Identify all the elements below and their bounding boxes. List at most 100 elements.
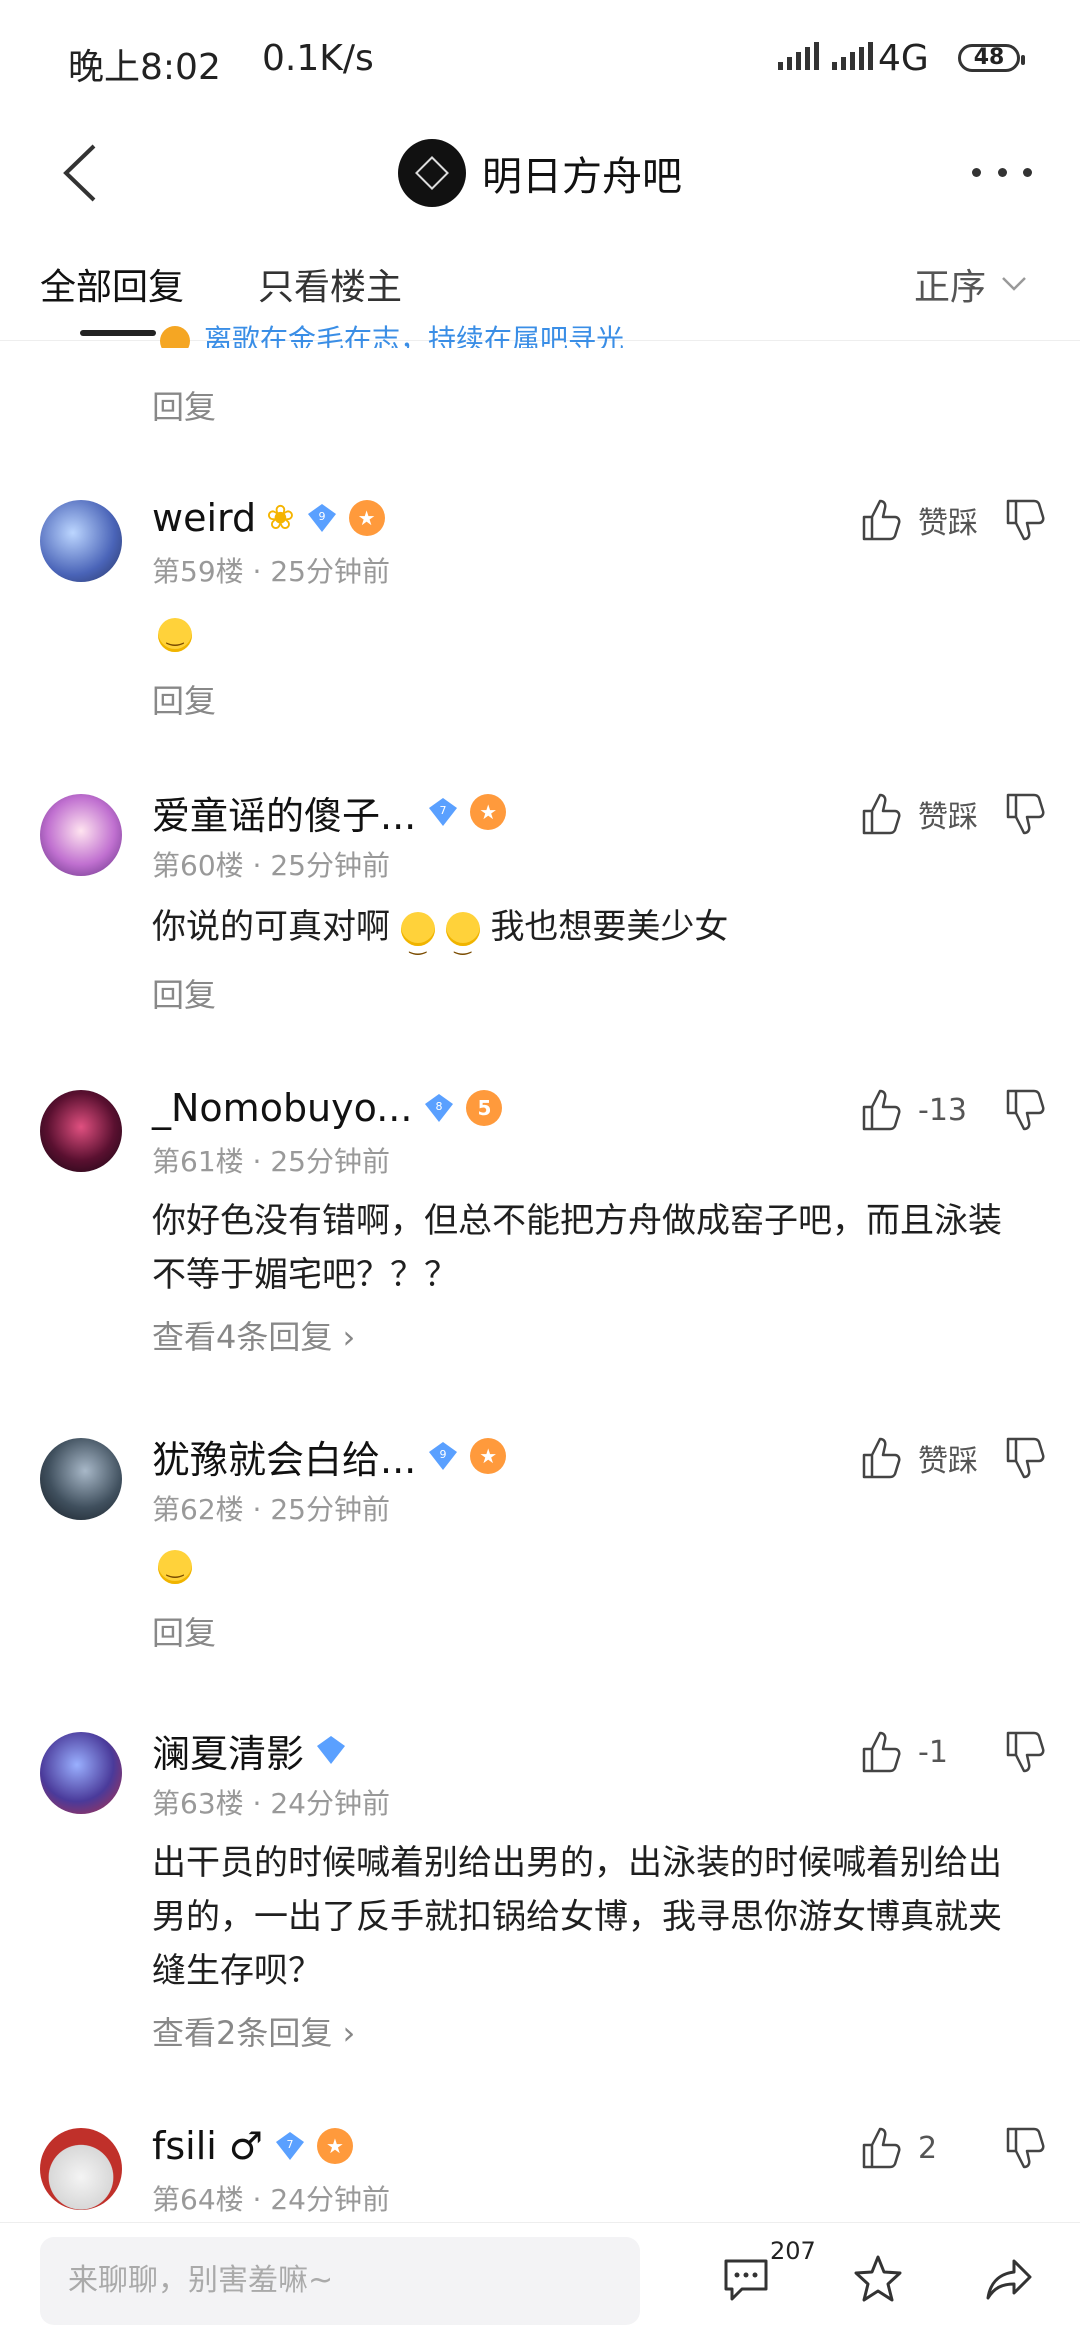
level-badge-icon: ★ <box>317 2128 353 2164</box>
reply-button[interactable]: 回复 <box>152 970 216 1016</box>
avatar[interactable] <box>40 1732 122 1814</box>
partial-subreply: 离歌在金毛在志，持续在属吧寻光 <box>160 318 624 348</box>
member-diamond-icon <box>314 1733 348 1767</box>
comment-text: 你好色没有错啊，但总不能把方舟做成窑子吧，而且泳装不等于媚宅吧？？？ <box>152 1201 1002 1295</box>
comment-text: 你说的可真对啊 我也想要美少女 <box>152 900 1032 970</box>
sort-label: 正序 <box>914 267 987 308</box>
user-row: 犹豫就会白给... 9 ★ <box>152 1428 507 1484</box>
svg-text:9: 9 <box>318 510 325 523</box>
avatar[interactable] <box>40 1438 122 1520</box>
comment-icon[interactable] <box>718 2251 774 2307</box>
comment-meta: 第62楼 · 25分钟前 <box>152 1493 390 1526</box>
member-diamond-icon: 9 <box>305 501 339 535</box>
comment-count: 207 <box>770 2237 816 2265</box>
chevron-down-icon <box>1002 277 1026 291</box>
vote-label: 赞踩 <box>918 506 978 541</box>
sort-dropdown[interactable]: 正序 <box>914 258 1028 310</box>
comment-text: 出干员的时候喊着别给出男的，出泳装的时候喊着别给出男的，一出了反手就扣锅给女博，… <box>152 1843 1002 1991</box>
vote-score: -1 <box>918 1734 948 1770</box>
status-speed: 0.1K/s <box>262 38 374 79</box>
reply-button[interactable]: 回复 <box>152 676 216 722</box>
top-nav: 明日方舟吧 <box>0 118 1080 228</box>
vote-controls: 赞踩 <box>858 1428 1048 1488</box>
vote-controls: 2 <box>858 2118 1048 2178</box>
avatar[interactable] <box>40 2128 122 2210</box>
member-diamond-icon: 7 <box>273 2129 307 2163</box>
svg-text:8: 8 <box>436 1100 443 1113</box>
svg-text:7: 7 <box>287 2138 294 2151</box>
reply-button[interactable]: 回复 <box>152 382 216 428</box>
battery-icon: 48 <box>958 44 1025 72</box>
more-icon[interactable] <box>972 154 1032 190</box>
status-bar: 晚上8:02 0.1K/s 4G 48 <box>0 0 1080 118</box>
share-icon[interactable] <box>982 2251 1038 2307</box>
avatar[interactable] <box>40 500 122 582</box>
username[interactable]: _Nomobuyo... <box>152 1086 412 1130</box>
star-icon[interactable] <box>850 2251 906 2307</box>
avatar[interactable] <box>40 794 122 876</box>
level-badge-icon: 5 <box>466 1090 503 1126</box>
thumbs-down-icon[interactable] <box>1002 1087 1048 1133</box>
thumbs-up-icon[interactable] <box>858 1435 904 1481</box>
vote-label: 赞踩 <box>918 800 978 835</box>
username[interactable]: 犹豫就会白给... <box>152 1429 416 1484</box>
comment-meta: 第59楼 · 25分钟前 <box>152 555 390 588</box>
reply-button[interactable]: 回复 <box>152 1608 216 1654</box>
vote-score: 2 <box>918 2130 938 2166</box>
tab-owner-only[interactable]: 只看楼主 <box>258 258 402 310</box>
level-badge-icon: ★ <box>470 794 507 830</box>
member-diamond-icon: 9 <box>426 1439 460 1473</box>
smile-emoji-icon <box>158 1550 192 1584</box>
thumbs-down-icon[interactable] <box>1002 497 1048 543</box>
comment-meta: 第63楼 · 24分钟前 <box>152 1787 390 1820</box>
level-badge-icon: ★ <box>348 500 385 536</box>
vote-controls: -1 <box>858 1722 1048 1782</box>
forum-header[interactable]: 明日方舟吧 <box>398 138 682 208</box>
username[interactable]: 澜夏清影 <box>152 1723 304 1778</box>
smile-emoji-icon <box>445 911 480 970</box>
user-row: 爱童谣的傻子... 7 ★ <box>152 784 507 840</box>
thumbs-down-icon[interactable] <box>1002 791 1048 837</box>
forum-logo-icon <box>398 139 466 207</box>
vote-score: -13 <box>918 1092 967 1128</box>
level-badge-icon: ★ <box>470 1438 507 1474</box>
vote-controls: -13 <box>858 1080 1048 1140</box>
forum-title: 明日方舟吧 <box>482 154 682 200</box>
comment-input[interactable]: 来聊聊，别害羞嘛~ <box>40 2237 640 2325</box>
network-type: 4G <box>878 38 929 79</box>
status-time: 晚上8:02 <box>68 47 221 88</box>
username[interactable]: weird <box>152 496 256 540</box>
comment-meta: 第64楼 · 24分钟前 <box>152 2183 390 2216</box>
member-diamond-icon: 8 <box>422 1091 456 1125</box>
view-replies-link[interactable]: 查看4条回复 › <box>152 1312 355 1358</box>
thumbs-up-icon[interactable] <box>858 1729 904 1775</box>
user-row: weird ❀ 9 ★ <box>152 490 385 546</box>
username[interactable]: fsili ♂ <box>152 2124 263 2168</box>
thumbs-up-icon[interactable] <box>858 1087 904 1133</box>
username[interactable]: 爱童谣的傻子... <box>152 785 416 840</box>
user-row: fsili ♂ 7 ★ <box>152 2118 353 2174</box>
member-diamond-icon: 7 <box>426 795 460 829</box>
signal-icon-2 <box>832 42 873 70</box>
tab-all-replies[interactable]: 全部回复 <box>40 258 184 310</box>
thumbs-up-icon[interactable] <box>858 497 904 543</box>
bottom-action-bar: 来聊聊，别害羞嘛~ 207 <box>0 2222 1080 2341</box>
vote-controls: 赞踩 <box>858 490 1048 550</box>
thumbs-down-icon[interactable] <box>1002 2125 1048 2171</box>
avatar[interactable] <box>40 1090 122 1172</box>
signal-icon <box>778 42 819 70</box>
back-arrow-icon[interactable] <box>54 140 114 206</box>
thumbs-up-icon[interactable] <box>858 791 904 837</box>
user-row: _Nomobuyo... 8 5 <box>152 1080 503 1136</box>
flower-icon: ❀ <box>266 498 295 538</box>
smile-emoji-icon <box>400 911 435 970</box>
svg-text:7: 7 <box>440 804 447 817</box>
comment-meta: 第61楼 · 25分钟前 <box>152 1145 390 1178</box>
thumbs-up-icon[interactable] <box>858 2125 904 2171</box>
thumbs-down-icon[interactable] <box>1002 1435 1048 1481</box>
view-replies-link[interactable]: 查看2条回复 › <box>152 2008 355 2054</box>
tab-indicator <box>80 330 156 336</box>
vote-controls: 赞踩 <box>858 784 1048 844</box>
vote-label: 赞踩 <box>918 1444 978 1479</box>
thumbs-down-icon[interactable] <box>1002 1729 1048 1775</box>
